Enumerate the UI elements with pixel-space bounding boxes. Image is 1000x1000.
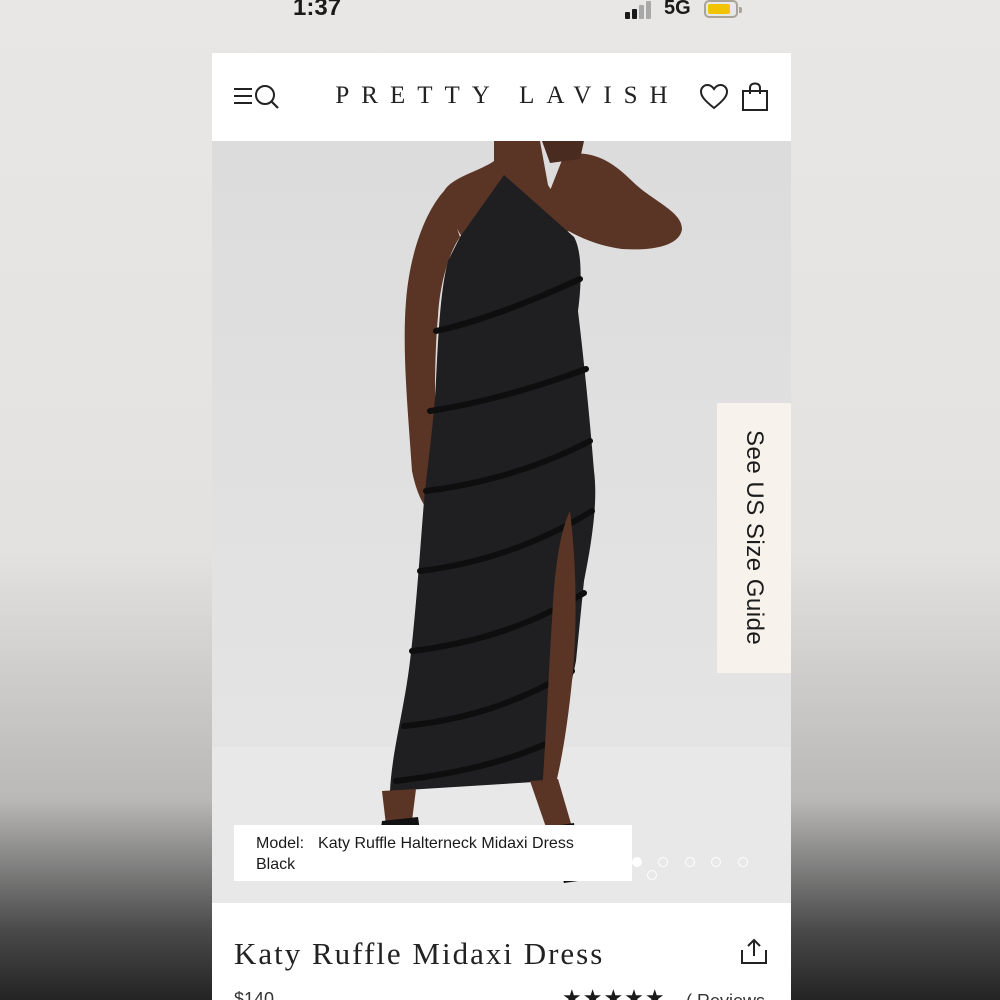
- product-title: Katy Ruffle Midaxi Dress: [234, 936, 605, 971]
- status-bar: 1:37 5G: [0, 0, 1000, 52]
- carousel-dot-2[interactable]: [647, 870, 657, 880]
- rating-stars[interactable]: ★★★★★: [562, 985, 666, 1000]
- heart-icon[interactable]: [699, 83, 729, 110]
- model-dress-figure: [380, 141, 682, 883]
- product-page: PRETTY LAVISH See US Size Guide Model: K…: [212, 53, 791, 1000]
- reviews-link[interactable]: ( Reviews: [686, 991, 765, 1000]
- battery-icon: [704, 0, 742, 18]
- carousel-dot-4[interactable]: [685, 857, 695, 867]
- model-caption: Model: Katy Ruffle Halterneck Midaxi Dres…: [234, 825, 632, 881]
- product-image-carousel[interactable]: See US Size Guide Model: Katy Ruffle Halt…: [212, 141, 791, 903]
- site-header: PRETTY LAVISH: [212, 53, 791, 141]
- carousel-dot-6[interactable]: [738, 857, 748, 867]
- share-icon[interactable]: [739, 938, 769, 966]
- carousel-dot-3[interactable]: [658, 857, 668, 867]
- network-type: 5G: [664, 0, 691, 19]
- carousel-indicators: [632, 857, 791, 887]
- size-guide-tab[interactable]: See US Size Guide: [717, 403, 791, 673]
- carousel-dot-1[interactable]: [632, 857, 642, 867]
- carousel-dot-5[interactable]: [711, 857, 721, 867]
- size-guide-label: See US Size Guide: [741, 430, 768, 646]
- product-price: $140: [234, 989, 275, 1000]
- shopping-bag-icon[interactable]: [740, 82, 770, 112]
- signal-icon: [625, 1, 655, 19]
- clock: 1:37: [293, 0, 342, 21]
- caption-label: Model:: [256, 835, 305, 852]
